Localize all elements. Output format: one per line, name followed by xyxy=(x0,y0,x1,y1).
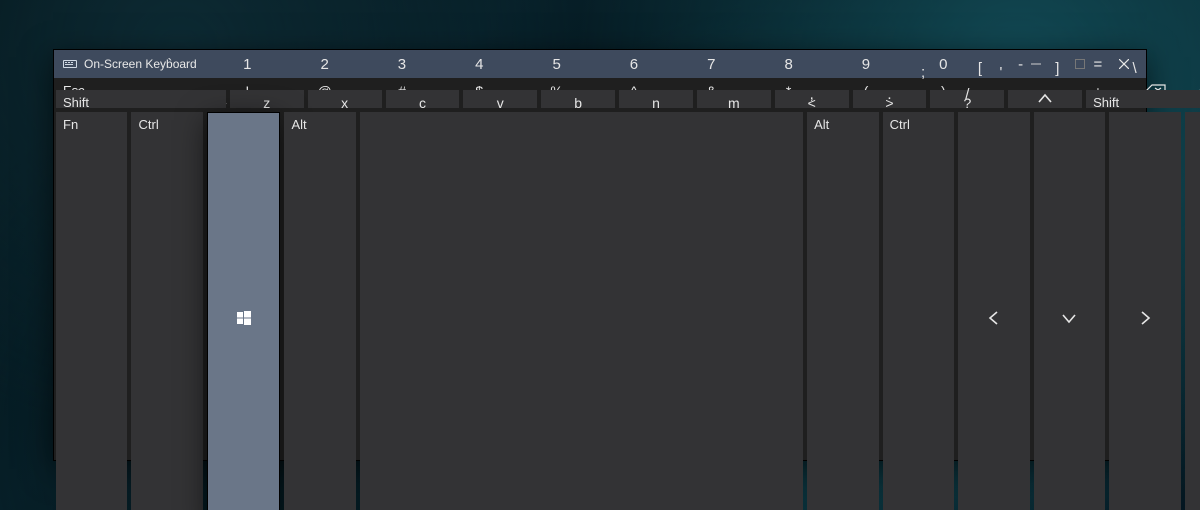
key-v[interactable]: v xyxy=(463,90,537,108)
chevron-left-icon xyxy=(958,112,1029,510)
chevron-up-icon xyxy=(1008,90,1082,108)
key-fn[interactable]: Fn xyxy=(56,112,127,510)
windows-icon xyxy=(208,113,279,510)
main-keys: Esc ~` !1 @2 #3 $4 %5 ^6 &7 *8 (9 )0 _- … xyxy=(56,78,1200,510)
key-shift-right[interactable]: Shift xyxy=(1086,90,1200,108)
key-comma[interactable]: <, xyxy=(775,90,849,108)
key-context-menu[interactable] xyxy=(1185,112,1200,510)
key-ctrl-right[interactable]: Ctrl xyxy=(883,112,954,510)
key-arrow-left[interactable] xyxy=(958,112,1029,510)
key-shift-left[interactable]: Shift xyxy=(56,90,226,108)
key-arrow-down[interactable] xyxy=(1034,112,1105,510)
key-n[interactable]: n xyxy=(619,90,693,108)
key-alt-right[interactable]: Alt xyxy=(807,112,878,510)
key-space[interactable] xyxy=(360,112,803,510)
key-period[interactable]: >. xyxy=(853,90,927,108)
key-arrow-up[interactable] xyxy=(1008,90,1082,108)
menu-icon xyxy=(1185,112,1200,510)
app-icon xyxy=(62,56,78,72)
osk-window: On-Screen Keyboard Esc ~` !1 @2 #3 $4 %5… xyxy=(53,49,1147,461)
key-alt-left[interactable]: Alt xyxy=(284,112,355,510)
keyboard: Esc ~` !1 @2 #3 $4 %5 ^6 &7 *8 (9 )0 _- … xyxy=(54,78,1146,510)
key-x[interactable]: x xyxy=(308,90,382,108)
key-slash[interactable]: ?/ xyxy=(930,90,1004,108)
key-z[interactable]: z xyxy=(230,90,304,108)
chevron-down-icon xyxy=(1034,112,1105,510)
key-b[interactable]: b xyxy=(541,90,615,108)
key-m[interactable]: m xyxy=(697,90,771,108)
chevron-right-icon xyxy=(1109,112,1180,510)
key-windows[interactable] xyxy=(207,112,280,510)
key-ctrl-left[interactable]: Ctrl xyxy=(131,112,202,510)
key-c[interactable]: c xyxy=(386,90,460,108)
row-bottom: Fn Ctrl Alt Alt Ctrl xyxy=(56,112,1200,510)
key-arrow-right[interactable] xyxy=(1109,112,1180,510)
